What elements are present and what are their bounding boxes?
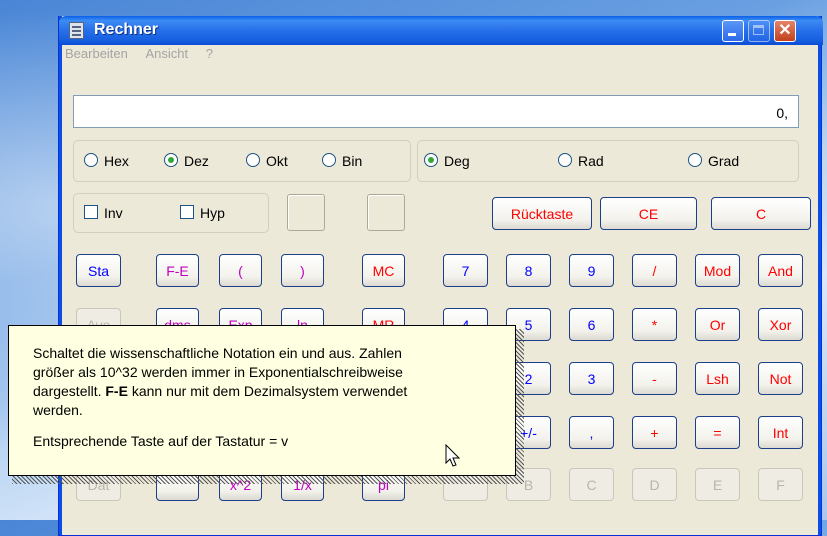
key-f[interactable]: F [758,468,803,501]
modifier-group: Inv Hyp [73,193,269,233]
title-bar[interactable]: Rechner ✕ [59,16,823,45]
tooltip-line-3-prefix: dargestellt. [33,383,102,399]
key-add[interactable]: + [632,416,677,449]
result-display[interactable]: 0, [73,95,799,128]
radio-bin[interactable]: Bin [322,152,362,170]
minimize-icon[interactable] [722,20,744,42]
key-close-paren[interactable]: ) [281,254,324,287]
mouse-pointer-icon [445,444,461,467]
key-or[interactable]: Or [695,308,740,341]
key-decimal[interactable]: , [569,416,614,449]
key-3[interactable]: 3 [569,362,614,395]
tooltip-line-3: dargestellt. F-E kann nur mit dem Dezima… [33,382,501,401]
key-xor[interactable]: Xor [758,308,803,341]
key-not[interactable]: Not [758,362,803,395]
menu-bar: Bearbeiten Ansicht ? [65,46,227,66]
tooltip-shortcut: Entsprechende Taste auf der Tastatur = v [33,433,289,449]
radio-dez[interactable]: Dez [164,152,209,170]
key-subtract[interactable]: - [632,362,677,395]
help-tooltip: Schaltet die wissenschaftliche Notation … [8,325,516,476]
angle-unit-group: Deg Rad Grad [417,140,799,182]
key-mc[interactable]: MC [362,254,405,287]
display-value: 0, [776,105,788,121]
key-sta[interactable]: Sta [76,254,121,287]
key-int[interactable]: Int [758,416,803,449]
maximize-icon[interactable] [748,20,770,42]
radio-grad[interactable]: Grad [688,152,739,170]
menu-bearbeiten[interactable]: Bearbeiten [65,46,128,61]
key-divide[interactable]: / [632,254,677,287]
key-8[interactable]: 8 [506,254,551,287]
key-e[interactable]: E [695,468,740,501]
parenthesis-indicator [367,194,405,231]
backspace-button[interactable]: Rücktaste [492,197,592,230]
key-d[interactable]: D [632,468,677,501]
key-7[interactable]: 7 [443,254,488,287]
clear-button[interactable]: C [711,197,811,230]
key-open-paren[interactable]: ( [219,254,262,287]
number-system-group: Hex Dez Okt Bin [73,140,411,182]
radio-deg[interactable]: Deg [424,152,470,170]
radio-hex[interactable]: Hex [84,152,129,170]
menu-ansicht[interactable]: Ansicht [146,46,189,61]
key-9[interactable]: 9 [569,254,614,287]
window-title: Rechner [94,21,159,38]
radio-rad[interactable]: Rad [558,152,604,170]
key-mod[interactable]: Mod [695,254,740,287]
key-and[interactable]: And [758,254,803,287]
tooltip-line-2: größer als 10^32 werden immer in Exponen… [33,364,403,380]
menu-help[interactable]: ? [206,46,213,61]
key-fe[interactable]: F-E [156,254,199,287]
radio-okt[interactable]: Okt [246,152,288,170]
memory-indicator [287,194,325,231]
close-icon[interactable]: ✕ [774,20,796,42]
tooltip-line-4: werden. [33,402,83,418]
checkbox-inv[interactable]: Inv [84,204,123,222]
tooltip-key-name: F-E [105,383,128,399]
key-6[interactable]: 6 [569,308,614,341]
key-lsh[interactable]: Lsh [695,362,740,395]
tooltip-line-1: Schaltet die wissenschaftliche Notation … [33,345,402,361]
key-multiply[interactable]: * [632,308,677,341]
clear-entry-button[interactable]: CE [600,197,697,230]
key-c[interactable]: C [569,468,614,501]
calculator-icon [69,22,84,39]
key-equals[interactable]: = [695,416,740,449]
tooltip-line-3-suffix: kann nur mit dem Dezimalsystem verwendet [131,383,408,399]
checkbox-hyp[interactable]: Hyp [180,204,225,222]
